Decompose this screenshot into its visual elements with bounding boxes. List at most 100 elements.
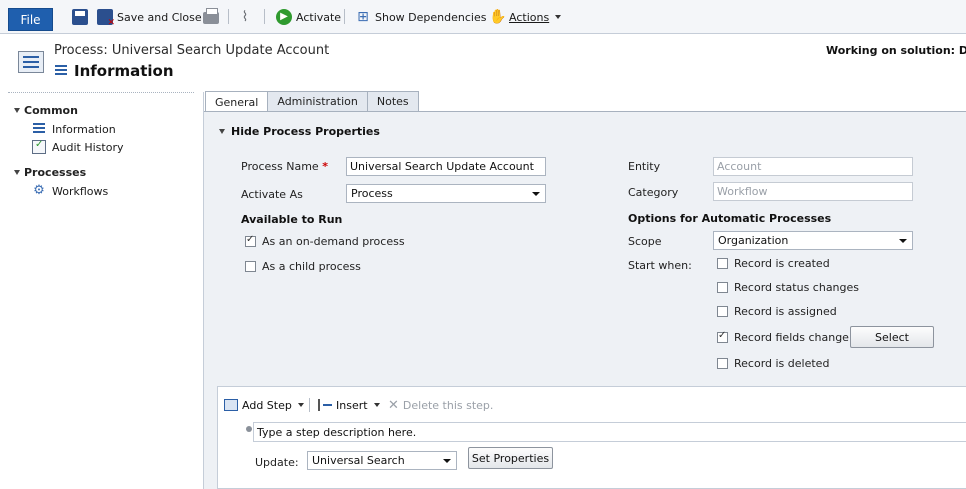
audit-icon — [32, 139, 46, 154]
record-assigned-checkbox[interactable] — [717, 306, 728, 317]
record-deleted-row[interactable]: Record is deleted — [717, 357, 829, 370]
update-entity-value: Universal Search — [312, 454, 405, 467]
insert-icon — [318, 399, 332, 411]
add-step-button[interactable]: Add Step — [224, 397, 304, 413]
delete-icon: ✕ — [388, 397, 399, 413]
actions-icon: ✋ — [489, 9, 507, 25]
nav-item-label: Workflows — [52, 184, 109, 198]
show-dependencies-label: Show Dependencies — [375, 10, 487, 24]
gear-icon: ⚙ — [33, 183, 45, 198]
record-status-checkbox[interactable] — [717, 282, 728, 293]
available-to-run-label: Available to Run — [241, 213, 343, 226]
record-deleted-checkbox[interactable] — [717, 358, 728, 369]
form-title: Information — [54, 62, 174, 80]
record-assigned-row[interactable]: Record is assigned — [717, 305, 837, 318]
category-field: Workflow — [713, 182, 913, 201]
scope-select[interactable]: Organization — [713, 231, 913, 250]
print-icon — [203, 8, 219, 24]
chevron-down-icon — [532, 192, 540, 196]
save-and-close-label: Save and Close — [117, 10, 202, 24]
record-fields-row[interactable]: Record fields change — [717, 330, 849, 344]
activate-as-label: Activate As — [241, 188, 303, 201]
step-description-input[interactable]: Type a step description here. — [253, 422, 966, 442]
save-and-close-icon — [97, 9, 115, 28]
chevron-down-icon — [899, 239, 907, 243]
update-label: Update: — [255, 456, 299, 469]
options-automatic-label: Options for Automatic Processes — [628, 212, 832, 225]
nav-group-processes[interactable]: Processes — [14, 166, 86, 179]
actions-button[interactable]: ✋ Actions — [489, 7, 562, 27]
nav-item-label: Information — [52, 122, 116, 136]
entity-label: Entity — [628, 160, 661, 173]
file-button[interactable]: File — [8, 8, 53, 31]
activate-as-select[interactable]: Process — [346, 184, 546, 203]
form-header: Process: Universal Search Update Account… — [0, 35, 966, 89]
show-dependencies-button[interactable]: ⊞ Show Dependencies — [355, 7, 486, 27]
nav-item-audit-history[interactable]: Audit History — [32, 139, 124, 154]
add-step-label: Add Step — [242, 398, 292, 412]
process-name-input[interactable]: Universal Search Update Account — [346, 157, 546, 176]
section-title: Hide Process Properties — [231, 125, 380, 138]
save-and-close-button[interactable]: Save and Close — [97, 7, 202, 28]
child-process-checkbox[interactable] — [245, 261, 256, 272]
workflow-icon — [54, 64, 68, 78]
record-fields-label: Record fields change — [734, 331, 849, 344]
form-title-label: Information — [74, 62, 174, 80]
collapse-icon — [219, 129, 225, 134]
collapse-icon — [14, 108, 20, 113]
delete-step-button[interactable]: ✕ Delete this step. — [388, 397, 493, 413]
toolbar-separator — [264, 9, 265, 24]
nav-group-common[interactable]: Common — [14, 104, 78, 117]
collapse-icon — [14, 170, 20, 175]
step-bullet-icon — [246, 426, 252, 432]
tab-notes[interactable]: Notes — [366, 91, 419, 111]
on-demand-checkbox[interactable] — [245, 234, 256, 247]
dependencies-icon: ⊞ — [357, 9, 369, 25]
activate-button[interactable]: ▶ Activate — [276, 7, 341, 27]
entity-field: Account — [713, 157, 913, 176]
tab-general[interactable]: General — [205, 91, 269, 112]
select-fields-button[interactable]: Select — [850, 326, 934, 348]
record-created-row[interactable]: Record is created — [717, 257, 830, 270]
attach-button[interactable]: ⌇ — [240, 7, 250, 27]
ribbon-toolbar: File Save and Close ⌇ ▶ Activate ⊞ Show … — [0, 0, 966, 34]
print-button[interactable] — [203, 7, 219, 27]
nav-group-label: Common — [24, 104, 78, 117]
set-properties-button[interactable]: Set Properties — [468, 447, 553, 469]
toolbar-separator — [228, 9, 229, 24]
process-name-label: Process Name * — [241, 160, 328, 173]
process-name-label-text: Process Name — [241, 160, 319, 173]
required-marker: * — [322, 160, 328, 173]
scope-label: Scope — [628, 235, 662, 248]
tab-administration[interactable]: Administration — [267, 91, 368, 111]
insert-button[interactable]: Insert — [318, 397, 380, 413]
record-fields-checkbox[interactable] — [717, 330, 728, 343]
nav-item-workflows[interactable]: ⚙ Workflows — [32, 184, 108, 198]
nav-divider — [8, 92, 194, 93]
record-status-row[interactable]: Record status changes — [717, 281, 859, 294]
on-demand-checkbox-row[interactable]: As an on-demand process — [245, 234, 405, 248]
record-created-label: Record is created — [734, 257, 830, 270]
save-button[interactable] — [72, 7, 88, 27]
nav-item-label: Audit History — [52, 140, 124, 154]
save-icon — [72, 9, 88, 25]
process-title: Process: Universal Search Update Account — [54, 43, 330, 58]
record-created-checkbox[interactable] — [717, 258, 728, 269]
activate-as-value: Process — [351, 187, 393, 200]
scope-value: Organization — [718, 234, 789, 247]
on-demand-label: As an on-demand process — [262, 235, 405, 248]
child-process-checkbox-row[interactable]: As a child process — [245, 260, 361, 273]
record-status-label: Record status changes — [734, 281, 860, 294]
nav-group-label: Processes — [24, 166, 87, 179]
hide-process-properties-toggle[interactable]: Hide Process Properties — [219, 125, 380, 138]
record-deleted-label: Record is deleted — [734, 357, 830, 370]
actions-label: Actions — [509, 10, 550, 24]
nav-item-information[interactable]: Information — [32, 122, 116, 136]
update-entity-select[interactable]: Universal Search — [307, 451, 457, 470]
child-process-label: As a child process — [262, 260, 361, 273]
chevron-down-icon — [555, 15, 562, 19]
add-step-icon — [224, 399, 238, 411]
activate-label: Activate — [296, 10, 342, 24]
activate-icon: ▶ — [276, 9, 292, 25]
delete-step-label: Delete this step. — [402, 398, 494, 412]
